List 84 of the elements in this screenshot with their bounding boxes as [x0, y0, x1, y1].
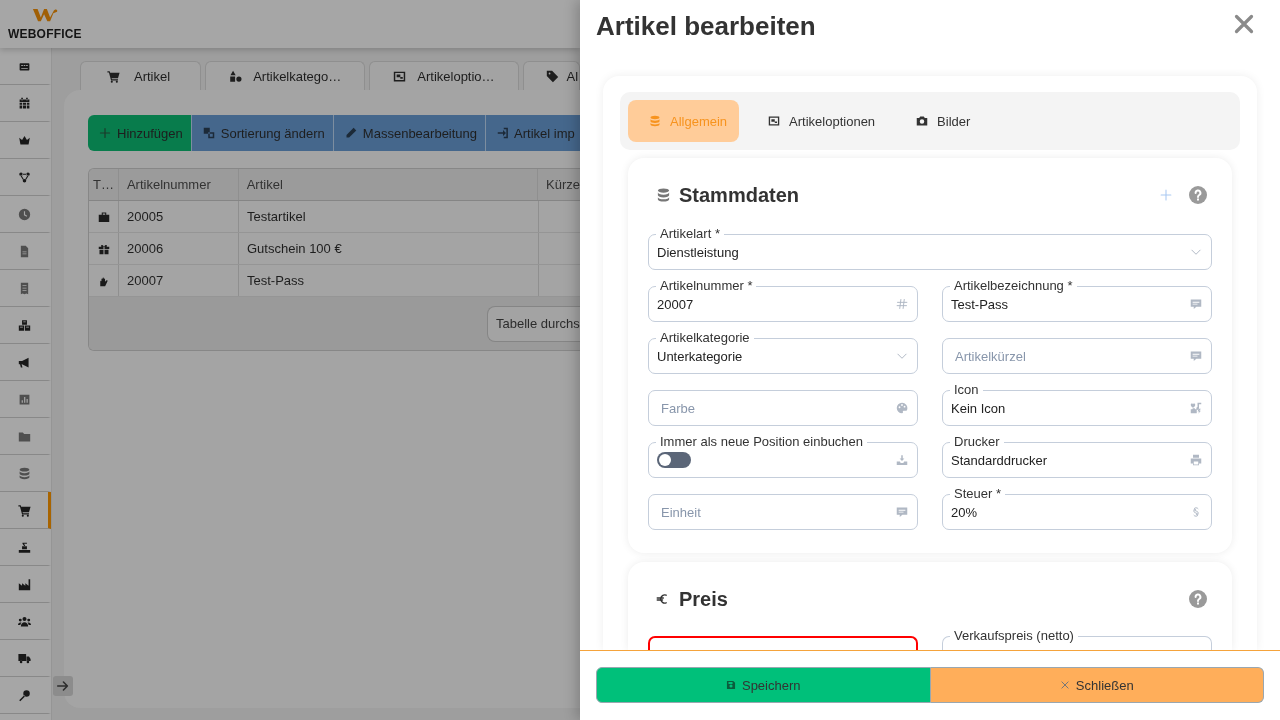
- search-field[interactable]: Tabelle durchs: [487, 305, 580, 342]
- calendar-icon: [17, 96, 31, 110]
- tab[interactable]: Artikeloptio…: [369, 61, 519, 90]
- factory-icon: [17, 577, 31, 591]
- palette-icon: [896, 402, 908, 414]
- comment-icon: [896, 506, 908, 518]
- toggle-switch[interactable]: [657, 452, 691, 468]
- comment-icon: [1190, 298, 1202, 310]
- tab[interactable]: Artikelkatego…: [205, 61, 366, 90]
- select-field[interactable]: Artikelkategorie Unterkategorie: [648, 330, 918, 374]
- clock-icon: [17, 207, 31, 221]
- footer-button[interactable]: Schließen: [930, 667, 1264, 703]
- section-sign-icon: [1190, 506, 1202, 518]
- table-cell: 20005: [119, 201, 239, 232]
- printer-select-field[interactable]: Drucker Standarddrucker: [942, 434, 1212, 478]
- drawer-title: Artikel bearbeiten: [596, 10, 816, 43]
- number-field[interactable]: Artikelnummer * 20007: [648, 278, 918, 322]
- conveyor-icon: [17, 540, 31, 554]
- table-cell: Test-Pass: [239, 265, 539, 296]
- tab[interactable]: Bilder: [895, 100, 983, 142]
- squares-icon: [202, 127, 215, 139]
- section-title: Stammdaten: [679, 183, 800, 207]
- text-field[interactable]: Artikelbezeichnung * Test-Pass: [942, 278, 1212, 322]
- field-label: Artikelkategorie: [656, 330, 754, 346]
- table-cell: Gutschein 100 €: [239, 233, 539, 264]
- euro-icon: [656, 591, 669, 607]
- printer-icon: [1190, 454, 1202, 466]
- expand-sidebar-button[interactable]: [53, 676, 73, 696]
- tab[interactable]: Artikel: [80, 61, 202, 90]
- help-icon[interactable]: [1189, 186, 1207, 204]
- chart-icon: [17, 392, 31, 406]
- image-icon: [393, 69, 407, 83]
- field-label: Artikelbezeichnung *: [950, 278, 1077, 294]
- select-field[interactable]: Artikelart * Dienstleistung: [648, 226, 1212, 270]
- folder-icon: [17, 429, 31, 443]
- comment-icon: [1190, 350, 1202, 362]
- table-cell: 20007: [119, 265, 239, 296]
- column-header[interactable]: Kürze: [538, 169, 580, 200]
- tag-icon: [545, 69, 559, 83]
- briefcase-icon: [97, 210, 110, 223]
- database-icon: [649, 115, 661, 127]
- section-title: Preis: [679, 587, 728, 611]
- column-header[interactable]: Artikel: [238, 169, 539, 200]
- tab[interactable]: Artikeloptionen: [747, 100, 888, 142]
- column-header[interactable]: T…: [89, 169, 119, 200]
- tab[interactable]: Al: [522, 61, 580, 90]
- shapes-icon: [229, 69, 243, 83]
- megaphone-icon: [17, 355, 31, 369]
- price-field[interactable]: [648, 636, 918, 650]
- price-field[interactable]: Verkaufspreis (netto): [942, 628, 1212, 650]
- hash-icon: [896, 298, 908, 310]
- column-header[interactable]: Artikelnummer: [118, 169, 239, 200]
- crown-icon: [17, 133, 31, 147]
- nodes-icon: [17, 170, 31, 184]
- cart-icon: [107, 69, 120, 83]
- cubes-icon: [17, 318, 31, 332]
- close-button[interactable]: [1233, 13, 1255, 35]
- key-icon: [17, 688, 31, 702]
- table-cell: 20006: [119, 233, 239, 264]
- arrow-right-icon: [56, 679, 70, 693]
- icon-picker-field[interactable]: Icon Kein Icon: [942, 382, 1212, 426]
- logo-text: WEBOFFICE: [8, 27, 82, 41]
- camera-icon: [916, 115, 929, 127]
- close-icon: [1059, 680, 1070, 690]
- plus-icon: [99, 127, 111, 139]
- pencil-icon: [344, 127, 357, 139]
- database-icon: [17, 466, 31, 480]
- cart-icon: [17, 503, 31, 517]
- sidebar-item[interactable]: [0, 492, 51, 529]
- field-label: Verkaufspreis (netto): [950, 628, 1078, 644]
- table-cell: Testartikel: [239, 201, 539, 232]
- inbox-icon: [896, 454, 908, 466]
- tax-select-field[interactable]: Steuer * 20%: [942, 486, 1212, 530]
- users-icon: [17, 614, 31, 628]
- footer-button[interactable]: Speichern: [596, 667, 931, 703]
- help-icon[interactable]: [1189, 590, 1207, 608]
- hand-icon: [97, 274, 110, 287]
- truck-icon: [17, 651, 31, 665]
- symbols-icon: [1190, 402, 1202, 414]
- sign-in-icon: [497, 127, 510, 139]
- gift-icon: [97, 242, 110, 255]
- close-icon: [1234, 14, 1254, 34]
- database-icon: [656, 186, 671, 204]
- image-icon: [768, 115, 781, 127]
